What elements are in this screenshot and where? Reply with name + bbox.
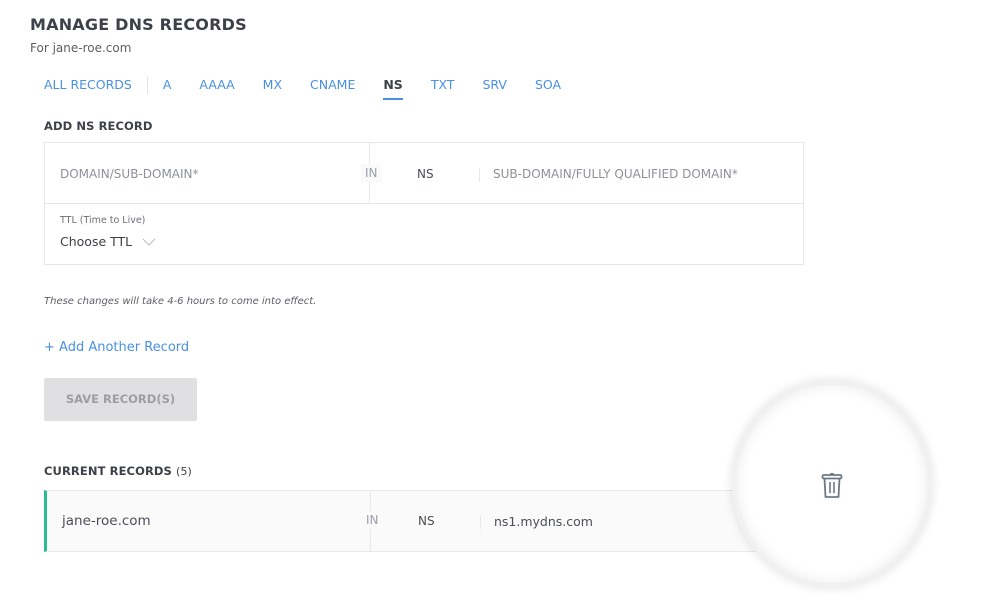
tab-mx[interactable]: MX — [263, 76, 282, 100]
page-title: MANAGE DNS RECORDS — [30, 15, 247, 34]
delete-record-button[interactable] — [818, 470, 846, 500]
trash-icon — [821, 472, 843, 498]
record-target: ns1.mydns.com — [494, 514, 593, 529]
tab-all-records[interactable]: ALL RECORDS — [44, 76, 132, 100]
save-records-button[interactable]: SAVE RECORD(S) — [44, 378, 197, 421]
tab-divider — [146, 76, 148, 94]
ttl-caption: TTL (Time to Live) — [60, 215, 146, 226]
record-domain: jane-roe.com — [62, 513, 151, 529]
add-record-form: DOMAIN/SUB-DOMAIN* IN NS SUB-DOMAIN/FULL… — [44, 142, 804, 265]
records-count: (5) — [176, 465, 192, 478]
target-domain-input[interactable]: SUB-DOMAIN/FULLY QUALIFIED DOMAIN* — [493, 167, 738, 181]
current-records-heading: CURRENT RECORDS (5) — [44, 464, 192, 478]
tab-ns[interactable]: NS — [383, 76, 404, 100]
tab-cname[interactable]: CNAME — [310, 76, 355, 100]
add-record-heading: ADD NS RECORD — [44, 119, 153, 133]
table-row: jane-roe.com IN NS ns1.mydns.com — [44, 490, 804, 552]
current-records-title: CURRENT RECORDS — [44, 464, 172, 478]
propagation-note: These changes will take 4-6 hours to com… — [44, 296, 317, 307]
record-type-label: NS — [417, 167, 434, 181]
page-subtitle: For jane-roe.com — [30, 41, 132, 55]
add-another-record-link[interactable]: + Add Another Record — [44, 340, 189, 355]
tab-srv[interactable]: SRV — [482, 76, 507, 100]
tab-soa[interactable]: SOA — [535, 76, 561, 100]
field-divider — [480, 515, 481, 529]
record-class: IN — [362, 511, 383, 529]
tab-a[interactable]: A — [163, 76, 172, 100]
record-class-label: IN — [361, 164, 382, 182]
chevron-down-icon — [142, 238, 156, 246]
ttl-selected-value: Choose TTL — [60, 234, 133, 249]
ttl-dropdown[interactable]: Choose TTL — [60, 234, 156, 249]
tab-aaaa[interactable]: AAAA — [199, 76, 234, 100]
record-fields-row: DOMAIN/SUB-DOMAIN* IN NS SUB-DOMAIN/FULL… — [45, 143, 803, 204]
domain-input[interactable]: DOMAIN/SUB-DOMAIN* — [60, 167, 199, 181]
field-divider — [479, 168, 480, 182]
record-type-tabs: ALL RECORDS A AAAA MX CNAME NS TXT SRV S… — [44, 76, 589, 102]
tab-txt[interactable]: TXT — [431, 76, 455, 100]
record-type: NS — [418, 514, 435, 528]
